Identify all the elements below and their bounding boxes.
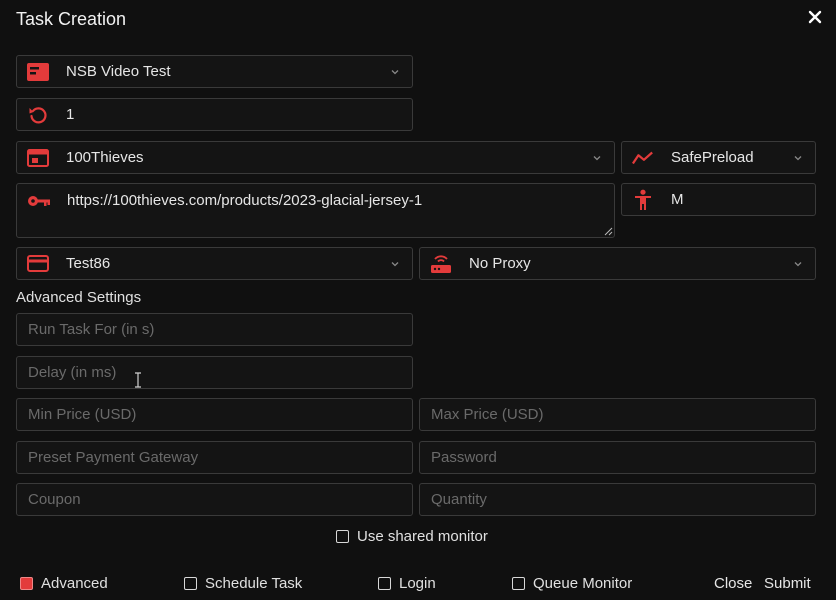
repeat-icon [27,104,49,126]
queue-monitor-label: Queue Monitor [533,575,633,592]
mode-select[interactable]: SafePreload [621,141,816,174]
advanced-settings-heading: Advanced Settings [16,289,142,306]
advanced-checkbox[interactable] [20,577,33,590]
chevron-down-icon [593,155,601,160]
profile-group-select[interactable]: NSB Video Test [16,55,413,88]
shared-monitor-option[interactable]: Use shared monitor [336,528,488,545]
payment-profile-value: Test86 [66,255,111,272]
queue-monitor-toggle[interactable]: Queue Monitor [512,575,632,592]
password-field[interactable] [419,441,816,474]
schedule-task-label: Schedule Task [205,575,303,592]
mode-value: SafePreload [671,149,754,166]
resize-grip-icon[interactable] [604,227,613,236]
task-count-field[interactable]: 1 [16,98,413,131]
max-price-input[interactable] [420,406,815,423]
proxy-select[interactable]: No Proxy [419,247,816,280]
advanced-label: Advanced [41,575,108,592]
shared-monitor-checkbox[interactable] [336,530,349,543]
router-icon [430,253,452,275]
site-value: 100Thieves [66,149,144,166]
delay-input[interactable] [17,364,412,381]
submit-button[interactable]: Submit [764,575,811,592]
quantity-field[interactable] [419,483,816,516]
payment-profile-select[interactable]: Test86 [16,247,413,280]
login-checkbox[interactable] [378,577,391,590]
key-icon [28,196,50,206]
site-select[interactable]: 100Thieves [16,141,615,174]
coupon-input[interactable] [17,491,412,508]
schedule-task-toggle[interactable]: Schedule Task [184,575,302,592]
quantity-input[interactable] [420,491,815,508]
product-url-value: https://100thieves.com/products/2023-gla… [67,192,423,209]
person-icon [632,189,654,211]
login-toggle[interactable]: Login [378,575,436,592]
preset-gateway-input[interactable] [17,449,412,466]
profile-card-icon [27,61,49,83]
chevron-down-icon [794,155,802,160]
schedule-task-checkbox[interactable] [184,577,197,590]
product-url-textarea[interactable]: https://100thieves.com/products/2023-gla… [16,183,615,238]
close-icon[interactable] [808,10,822,24]
close-button[interactable]: Close [714,575,752,592]
proxy-value: No Proxy [469,255,531,272]
size-field[interactable]: M [621,183,816,216]
task-count-value: 1 [66,106,75,123]
preset-gateway-field[interactable] [16,441,413,474]
chart-line-icon [632,147,654,169]
max-price-field[interactable] [419,398,816,431]
advanced-toggle[interactable]: Advanced [20,575,108,592]
run-task-for-input[interactable] [17,321,412,338]
chevron-down-icon [391,69,399,74]
delay-field[interactable] [16,356,413,389]
coupon-field[interactable] [16,483,413,516]
size-value: M [671,191,684,208]
chevron-down-icon [794,261,802,266]
profile-group-value: NSB Video Test [66,63,171,80]
shared-monitor-label: Use shared monitor [357,528,488,545]
browser-window-icon [27,147,49,169]
window-title: Task Creation [16,9,127,29]
min-price-input[interactable] [17,406,412,423]
min-price-field[interactable] [16,398,413,431]
text-cursor-icon [135,372,141,388]
queue-monitor-checkbox[interactable] [512,577,525,590]
chevron-down-icon [391,261,399,266]
run-task-for-field[interactable] [16,313,413,346]
credit-card-icon [27,253,49,275]
login-label: Login [399,575,436,592]
password-input[interactable] [420,449,815,466]
